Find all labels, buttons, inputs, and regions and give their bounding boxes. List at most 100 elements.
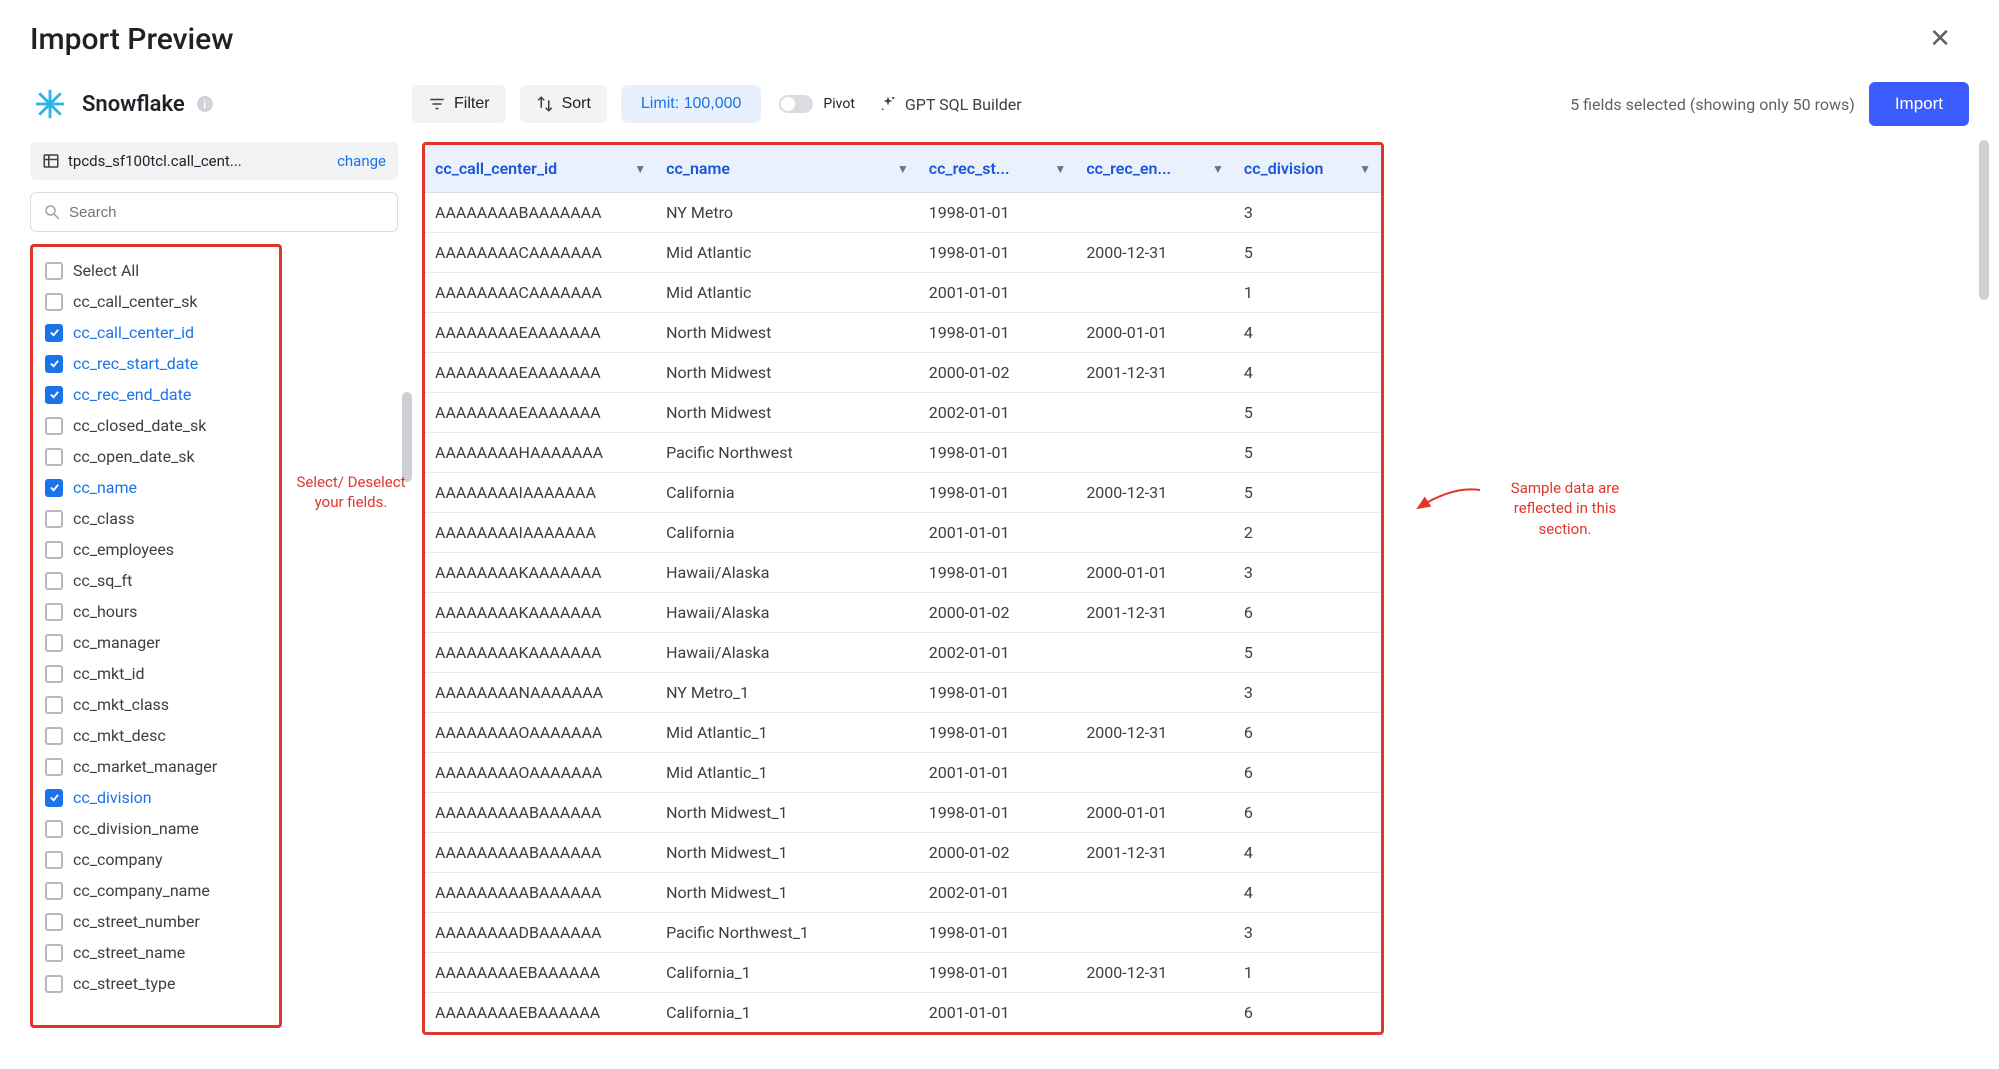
table-row[interactable]: AAAAAAAAIAAAAAAACalifornia2001-01-012 (425, 513, 1381, 553)
field-label: cc_company (73, 850, 163, 869)
field-row[interactable]: cc_closed_date_sk (43, 410, 269, 441)
field-row[interactable]: cc_street_type (43, 968, 269, 999)
checkbox-icon (45, 510, 63, 528)
caret-down-icon: ▼ (1212, 162, 1224, 176)
table-cell: 1998-01-01 (919, 193, 1077, 233)
table-row[interactable]: AAAAAAAAKAAAAAAAHawaii/Alaska2002-01-015 (425, 633, 1381, 673)
checkbox-icon (45, 417, 63, 435)
field-row[interactable]: cc_street_number (43, 906, 269, 937)
table-row[interactable]: AAAAAAAAIAAAAAAACalifornia1998-01-012000… (425, 473, 1381, 513)
field-row[interactable]: cc_company (43, 844, 269, 875)
field-row[interactable]: cc_hours (43, 596, 269, 627)
filter-icon (428, 95, 446, 113)
table-cell: 6 (1234, 593, 1381, 633)
table-cell: AAAAAAAAABAAAAAA (425, 793, 656, 833)
info-icon[interactable]: i (197, 96, 213, 112)
table-cell (1076, 673, 1234, 713)
limit-label: Limit: 100,000 (641, 95, 742, 113)
limit-button[interactable]: Limit: 100,000 (621, 85, 762, 123)
field-row[interactable]: cc_open_date_sk (43, 441, 269, 472)
table-cell: 1998-01-01 (919, 473, 1077, 513)
column-header[interactable]: cc_rec_en...▼ (1076, 145, 1234, 193)
field-row[interactable]: cc_street_name (43, 937, 269, 968)
table-row[interactable]: AAAAAAAAKAAAAAAAHawaii/Alaska2000-01-022… (425, 593, 1381, 633)
table-cell: North Midwest_1 (656, 793, 919, 833)
field-row[interactable]: cc_market_manager (43, 751, 269, 782)
table-row[interactable]: AAAAAAAACAAAAAAAMid Atlantic1998-01-0120… (425, 233, 1381, 273)
table-row[interactable]: AAAAAAAAEAAAAAAANorth Midwest1998-01-012… (425, 313, 1381, 353)
table-row[interactable]: AAAAAAAAABAAAAAANorth Midwest_12000-01-0… (425, 833, 1381, 873)
caret-down-icon: ▼ (897, 162, 909, 176)
table-path-selector[interactable]: tpcds_sf100tcl.call_cent... change (30, 142, 398, 180)
table-row[interactable]: AAAAAAAAEAAAAAAANorth Midwest2002-01-015 (425, 393, 1381, 433)
table-cell: AAAAAAAAKAAAAAAA (425, 633, 656, 673)
table-cell: 1998-01-01 (919, 793, 1077, 833)
table-cell: 2000-12-31 (1076, 713, 1234, 753)
table-row[interactable]: AAAAAAAAHAAAAAAAPacific Northwest1998-01… (425, 433, 1381, 473)
checkbox-icon (45, 386, 63, 404)
table-cell: 2000-12-31 (1076, 953, 1234, 993)
table-cell: AAAAAAAAIAAAAAAA (425, 473, 656, 513)
gpt-sql-builder-button[interactable]: GPT SQL Builder (873, 87, 1028, 122)
table-row[interactable]: AAAAAAAAOAAAAAAAMid Atlantic_12001-01-01… (425, 753, 1381, 793)
column-header[interactable]: cc_name▼ (656, 145, 919, 193)
column-header[interactable]: cc_division▼ (1234, 145, 1381, 193)
import-button[interactable]: Import (1869, 82, 1969, 126)
table-cell: 2000-01-02 (919, 353, 1077, 393)
table-cell: 2 (1234, 513, 1381, 553)
table-cell: Mid Atlantic_1 (656, 713, 919, 753)
field-row[interactable]: cc_manager (43, 627, 269, 658)
table-cell: AAAAAAAANAAAAAAA (425, 673, 656, 713)
table-row[interactable]: AAAAAAAAEBAAAAAACalifornia_11998-01-0120… (425, 953, 1381, 993)
field-row[interactable]: cc_division_name (43, 813, 269, 844)
field-row[interactable]: cc_class (43, 503, 269, 534)
filter-button[interactable]: Filter (412, 85, 506, 123)
table-row[interactable]: AAAAAAAAABAAAAAANorth Midwest_12002-01-0… (425, 873, 1381, 913)
table-row[interactable]: AAAAAAAAEBAAAAAACalifornia_12001-01-016 (425, 993, 1381, 1033)
table-cell: 3 (1234, 193, 1381, 233)
field-row[interactable]: cc_mkt_class (43, 689, 269, 720)
table-row[interactable]: AAAAAAAANAAAAAAANY Metro_11998-01-013 (425, 673, 1381, 713)
field-row[interactable]: cc_mkt_desc (43, 720, 269, 751)
field-label: cc_rec_start_date (73, 354, 198, 373)
column-header[interactable]: cc_call_center_id▼ (425, 145, 656, 193)
table-cell: California (656, 513, 919, 553)
table-row[interactable]: AAAAAAAAOAAAAAAAMid Atlantic_11998-01-01… (425, 713, 1381, 753)
page-scrollbar[interactable] (1979, 140, 1989, 300)
table-cell: 5 (1234, 473, 1381, 513)
table-row[interactable]: AAAAAAAAKAAAAAAAHawaii/Alaska1998-01-012… (425, 553, 1381, 593)
field-row[interactable]: cc_rec_start_date (43, 348, 269, 379)
table-row[interactable]: AAAAAAAADBAAAAAAPacific Northwest_11998-… (425, 913, 1381, 953)
field-row[interactable]: cc_call_center_id (43, 317, 269, 348)
table-row[interactable]: AAAAAAAAEAAAAAAANorth Midwest2000-01-022… (425, 353, 1381, 393)
field-row[interactable]: cc_rec_end_date (43, 379, 269, 410)
table-cell: 6 (1234, 713, 1381, 753)
field-label: cc_street_name (73, 943, 185, 962)
source-name: Snowflake (82, 92, 185, 117)
sort-button[interactable]: Sort (520, 85, 607, 123)
close-icon[interactable]: ✕ (1919, 20, 1961, 58)
change-link[interactable]: change (337, 152, 386, 170)
table-row[interactable]: AAAAAAAACAAAAAAAMid Atlantic2001-01-011 (425, 273, 1381, 313)
field-row[interactable]: cc_division (43, 782, 269, 813)
table-cell: 2001-12-31 (1076, 833, 1234, 873)
field-row[interactable]: cc_mkt_id (43, 658, 269, 689)
pivot-toggle[interactable] (779, 95, 813, 113)
field-row[interactable]: cc_name (43, 472, 269, 503)
field-row[interactable]: cc_sq_ft (43, 565, 269, 596)
field-row[interactable]: cc_company_name (43, 875, 269, 906)
field-label: cc_mkt_class (73, 695, 169, 714)
field-row[interactable]: cc_employees (43, 534, 269, 565)
table-row[interactable]: AAAAAAAABAAAAAAANY Metro1998-01-013 (425, 193, 1381, 233)
field-label: cc_hours (73, 602, 137, 621)
select-all-row[interactable]: Select All (43, 255, 269, 286)
search-input[interactable] (69, 204, 385, 221)
table-row[interactable]: AAAAAAAAABAAAAAANorth Midwest_11998-01-0… (425, 793, 1381, 833)
checkbox-icon (45, 479, 63, 497)
table-cell: Pacific Northwest (656, 433, 919, 473)
search-input-wrap[interactable] (30, 192, 398, 232)
column-header[interactable]: cc_rec_st...▼ (919, 145, 1077, 193)
table-cell: 1998-01-01 (919, 713, 1077, 753)
field-label: cc_sq_ft (73, 571, 132, 590)
field-row[interactable]: cc_call_center_sk (43, 286, 269, 317)
